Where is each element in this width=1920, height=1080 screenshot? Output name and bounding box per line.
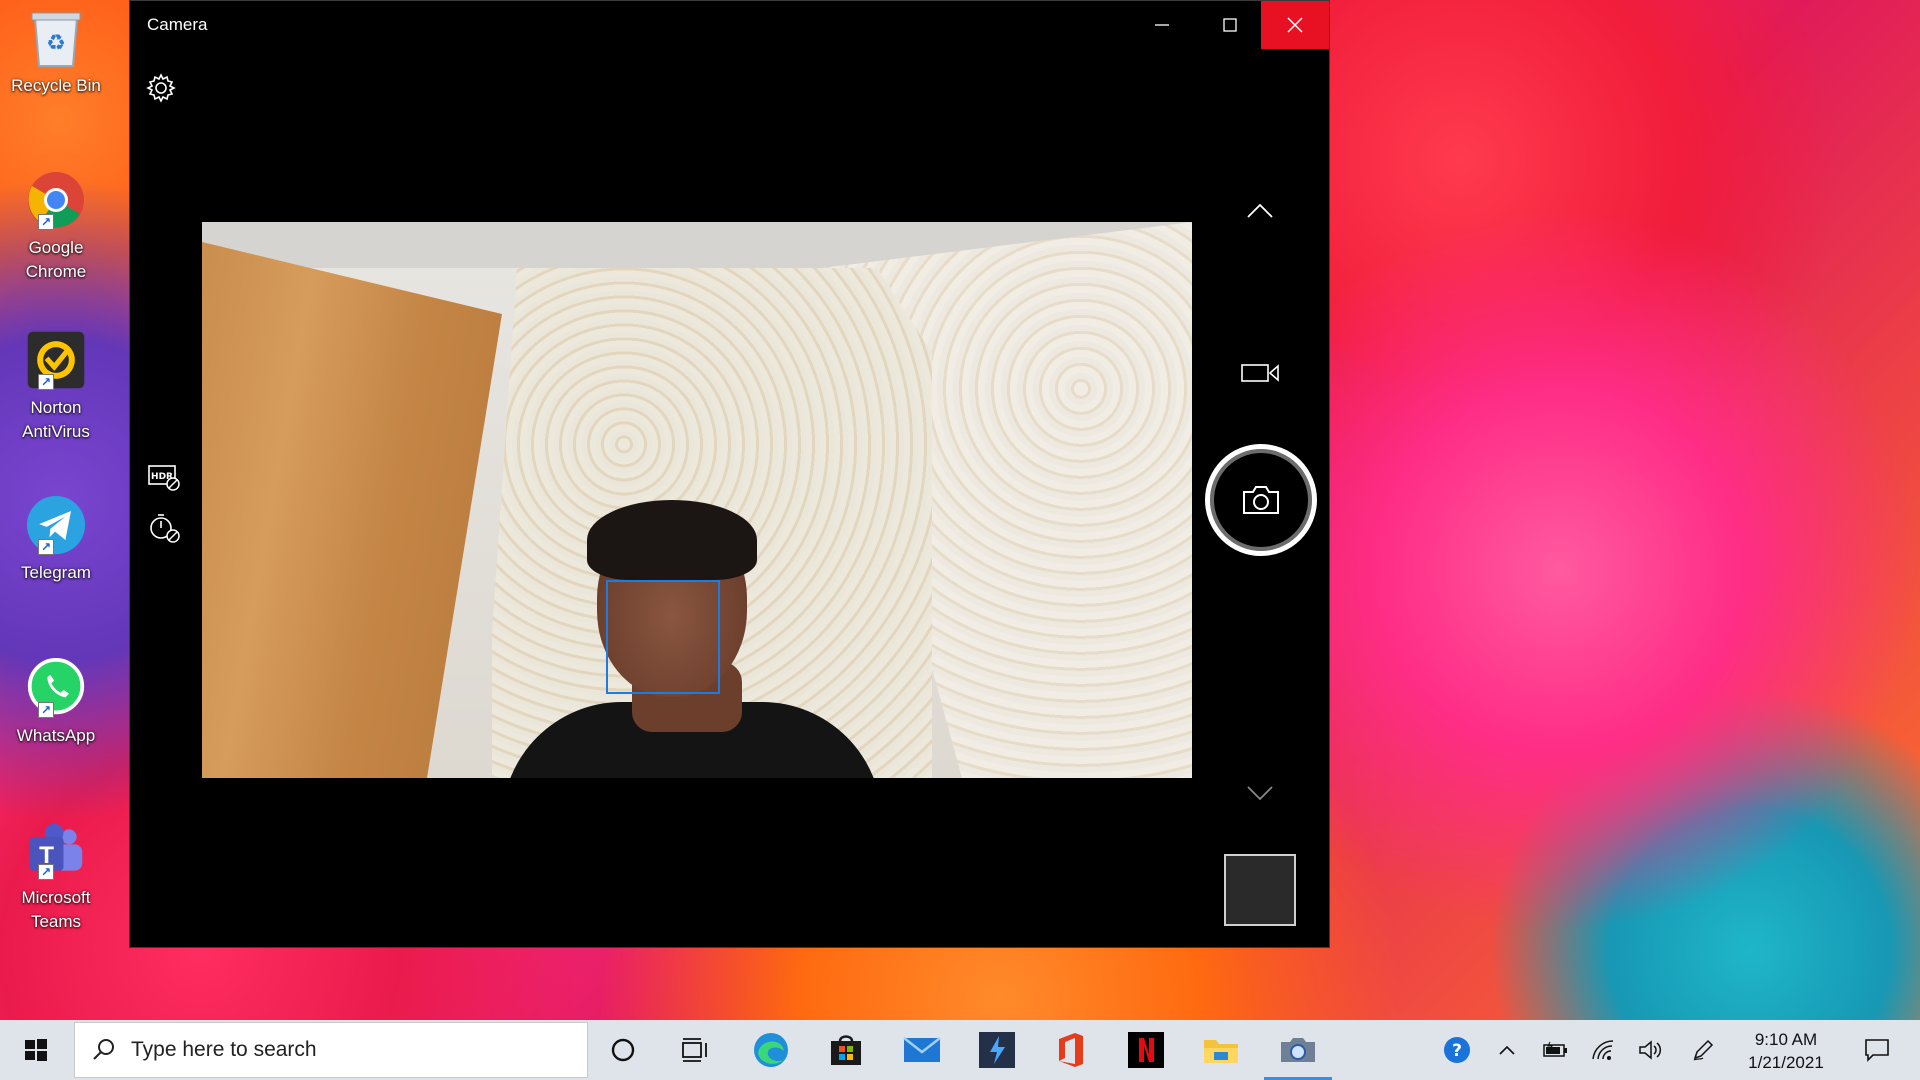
desktop-icon-recycle-bin[interactable]: ♻ Recycle Bin	[6, 8, 106, 98]
close-button[interactable]	[1261, 1, 1329, 49]
folder-icon	[1204, 1040, 1238, 1063]
taskbar-mail[interactable]	[892, 1020, 952, 1080]
cortana-icon	[611, 1038, 635, 1062]
shortcut-arrow-icon: ↗	[38, 702, 54, 718]
pen-icon	[1693, 1039, 1714, 1061]
desktop-icon-norton-antivirus[interactable]: ↗ Norton AntiVirus	[6, 330, 106, 444]
recycle-bin-icon: ♻	[26, 8, 86, 68]
system-clock[interactable]: 9:10 AM 1/21/2021	[1724, 1028, 1848, 1074]
notification-icon	[1865, 1039, 1889, 1062]
title-bar[interactable]: Camera	[130, 1, 1329, 49]
task-view-button[interactable]	[665, 1020, 725, 1080]
search-icon	[93, 1039, 114, 1060]
minimize-button[interactable]	[1128, 1, 1196, 49]
video-mode-button[interactable]	[1238, 351, 1282, 395]
chrome-icon: ↗	[26, 170, 86, 230]
norton-icon: ↗	[26, 330, 86, 390]
help-tray-button[interactable]: ?	[1440, 1020, 1474, 1080]
search-placeholder: Type here to search	[131, 1038, 317, 1061]
desktop-icon-label: Google Chrome	[25, 238, 87, 281]
desktop-icon-label: Recycle Bin	[11, 76, 101, 95]
action-center-button[interactable]	[1852, 1020, 1902, 1080]
settings-button[interactable]	[144, 71, 178, 105]
taskbar-edge[interactable]	[741, 1020, 801, 1080]
window-title: Camera	[147, 15, 208, 34]
taskbar-store[interactable]	[816, 1020, 876, 1080]
taskbar-camera[interactable]	[1260, 1020, 1336, 1080]
help-icon: ?	[1444, 1037, 1470, 1063]
close-icon	[1287, 17, 1303, 33]
chevron-up-icon	[1247, 203, 1273, 218]
whatsapp-icon: ↗	[26, 658, 86, 718]
telegram-icon: ↗	[26, 495, 86, 555]
cortana-button[interactable]	[593, 1020, 653, 1080]
camera-roll-thumbnail[interactable]	[1224, 854, 1296, 926]
shortcut-arrow-icon: ↗	[38, 864, 54, 880]
clock-date: 1/21/2021	[1748, 1053, 1824, 1072]
camera-window: Camera HDR	[129, 0, 1330, 948]
clock-time: 9:10 AM	[1754, 1030, 1818, 1049]
preview-person-hair	[587, 500, 757, 580]
camera-preview[interactable]	[202, 222, 1192, 778]
office-icon	[1059, 1033, 1083, 1067]
hdr-toggle-button[interactable]: HDR	[146, 459, 182, 495]
windows-logo-icon	[25, 1039, 47, 1061]
start-button[interactable]	[6, 1020, 66, 1080]
svg-text:♻: ♻	[46, 31, 66, 56]
task-view-icon	[682, 1038, 707, 1062]
mail-icon	[903, 1037, 941, 1062]
search-input[interactable]: Type here to search	[74, 1022, 588, 1078]
chevron-down-icon	[1247, 786, 1273, 801]
desktop-icon-microsoft-teams[interactable]: T ↗ Microsoft Teams	[6, 820, 106, 934]
shortcut-arrow-icon: ↗	[38, 214, 54, 230]
desktop-icon-label: WhatsApp	[16, 726, 96, 745]
desktop-icon-label: Norton AntiVirus	[22, 398, 90, 441]
store-icon	[831, 1035, 861, 1065]
maximize-icon	[1223, 18, 1237, 32]
scroll-down-button[interactable]	[1240, 773, 1280, 813]
taskbar: Type here to search ? 9:10 AM 1/21/2021	[0, 1020, 1920, 1080]
scroll-up-button[interactable]	[1240, 191, 1280, 231]
chevron-up-icon	[1499, 1045, 1515, 1055]
video-camera-icon	[1241, 364, 1279, 382]
taskbar-netflix[interactable]	[1116, 1020, 1176, 1080]
wifi-icon	[1592, 1040, 1614, 1060]
timer-toggle-button[interactable]	[146, 509, 182, 545]
volume-tray-button[interactable]	[1636, 1020, 1666, 1080]
speaker-icon	[1639, 1040, 1662, 1060]
camera-app-icon	[1281, 1038, 1315, 1062]
show-hidden-icons-button[interactable]	[1494, 1020, 1520, 1080]
desktop-icon-whatsapp[interactable]: ↗ WhatsApp	[6, 658, 106, 748]
gear-icon	[146, 73, 176, 103]
netflix-icon	[1128, 1032, 1164, 1068]
maximize-button[interactable]	[1196, 1, 1264, 49]
edge-icon	[754, 1033, 788, 1067]
take-photo-button[interactable]	[1205, 444, 1317, 556]
timer-off-icon	[150, 514, 180, 543]
desktop-icon-label: Microsoft Teams	[21, 888, 91, 931]
pen-tray-button[interactable]	[1688, 1020, 1718, 1080]
shortcut-arrow-icon: ↗	[38, 539, 54, 555]
teams-icon: T ↗	[26, 820, 86, 880]
desktop-icon-telegram[interactable]: ↗ Telegram	[6, 495, 106, 585]
svg-text:?: ?	[1452, 1041, 1462, 1061]
battery-charging-icon	[1543, 1041, 1567, 1057]
minimize-icon	[1155, 24, 1169, 26]
desktop-icon-google-chrome[interactable]: ↗ Google Chrome	[6, 170, 106, 284]
taskbar-office[interactable]	[1041, 1020, 1101, 1080]
desktop-icon-label: Telegram	[21, 563, 91, 582]
app-bolt-icon	[979, 1032, 1015, 1068]
battery-tray-button[interactable]	[1540, 1020, 1570, 1080]
camera-icon	[1243, 486, 1279, 514]
taskbar-file-explorer[interactable]	[1191, 1020, 1251, 1080]
face-detection-box	[606, 580, 720, 694]
network-tray-button[interactable]	[1588, 1020, 1618, 1080]
preview-door	[202, 242, 502, 778]
shortcut-arrow-icon: ↗	[38, 374, 54, 390]
taskbar-app[interactable]	[967, 1020, 1027, 1080]
hdr-off-icon: HDR	[148, 465, 180, 491]
